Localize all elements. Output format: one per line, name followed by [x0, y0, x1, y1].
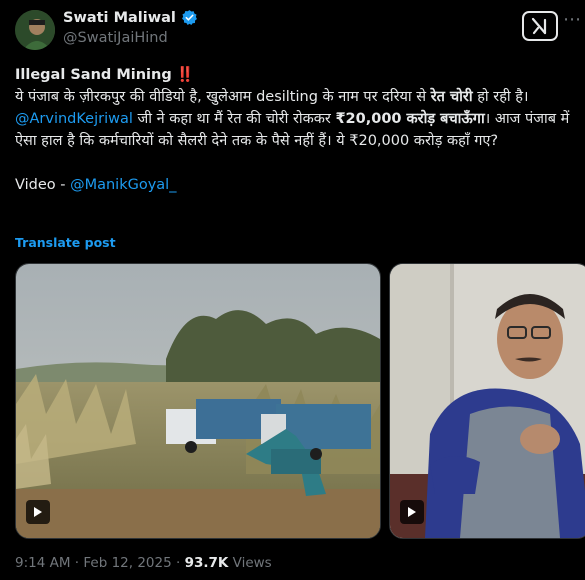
translate-post-link[interactable]: Translate post	[15, 235, 116, 250]
video-credit-prefix: Video -	[15, 177, 71, 193]
verified-badge-icon[interactable]	[181, 9, 198, 26]
post-date[interactable]: Feb 12, 2025	[83, 555, 171, 571]
mention-arvind-kejriwal[interactable]: @ArvindKejriwal	[15, 111, 133, 127]
views-label: Views	[228, 555, 272, 571]
play-icon[interactable]	[400, 500, 424, 524]
tweet-line2-mid: जी ने कहा था मैं रेत की चोरी रोककर	[132, 111, 336, 127]
author-display-name[interactable]: Swati Maliwal	[63, 10, 176, 26]
meta-separator: ·	[171, 555, 185, 571]
mention-manik-goyal[interactable]: @ManikGoyal_	[70, 177, 176, 193]
tweet-line1-bold: रेत चोरी	[430, 89, 473, 105]
video-sand-mining[interactable]	[15, 263, 381, 539]
tweet-line1-pre: ये पंजाब के ज़ीरकपुर की वीडियो है, खुलेआ…	[15, 89, 431, 105]
meta-separator: ·	[70, 555, 84, 571]
video-credit-line: Video - @ManikGoyal_	[15, 174, 575, 196]
avatar[interactable]	[15, 10, 55, 50]
author-handle[interactable]: @SwatiJaiHind	[63, 30, 168, 46]
post-time[interactable]: 9:14 AM	[15, 555, 71, 571]
post-metadata: 9:14 AM · Feb 12, 2025 · 93.7K Views	[15, 555, 272, 571]
author-name-row[interactable]: Swati Maliwal	[63, 9, 198, 26]
video-kejriwal[interactable]	[389, 263, 585, 539]
media-carousel[interactable]	[15, 263, 585, 539]
more-icon[interactable]: ⋯	[563, 9, 582, 30]
tweet-title: Illegal Sand Mining	[15, 67, 172, 83]
views-count: 93.7K	[184, 555, 229, 571]
tweet-line2-bold: ₹20,000 करोड़ बचाऊँगा	[335, 111, 485, 127]
tweet-body: ये पंजाब के ज़ीरकपुर की वीडियो है, खुलेआ…	[15, 86, 575, 152]
tweet-line1-post: हो रही है।	[472, 89, 529, 105]
tweet-title-line: Illegal Sand Mining ‼️	[15, 64, 575, 86]
tweet-text: Illegal Sand Mining ‼️ ये पंजाब के ज़ीरक…	[15, 64, 575, 196]
grok-icon[interactable]	[522, 11, 558, 41]
play-icon[interactable]	[26, 500, 50, 524]
double-exclamation-emoji: ‼️	[176, 67, 195, 83]
